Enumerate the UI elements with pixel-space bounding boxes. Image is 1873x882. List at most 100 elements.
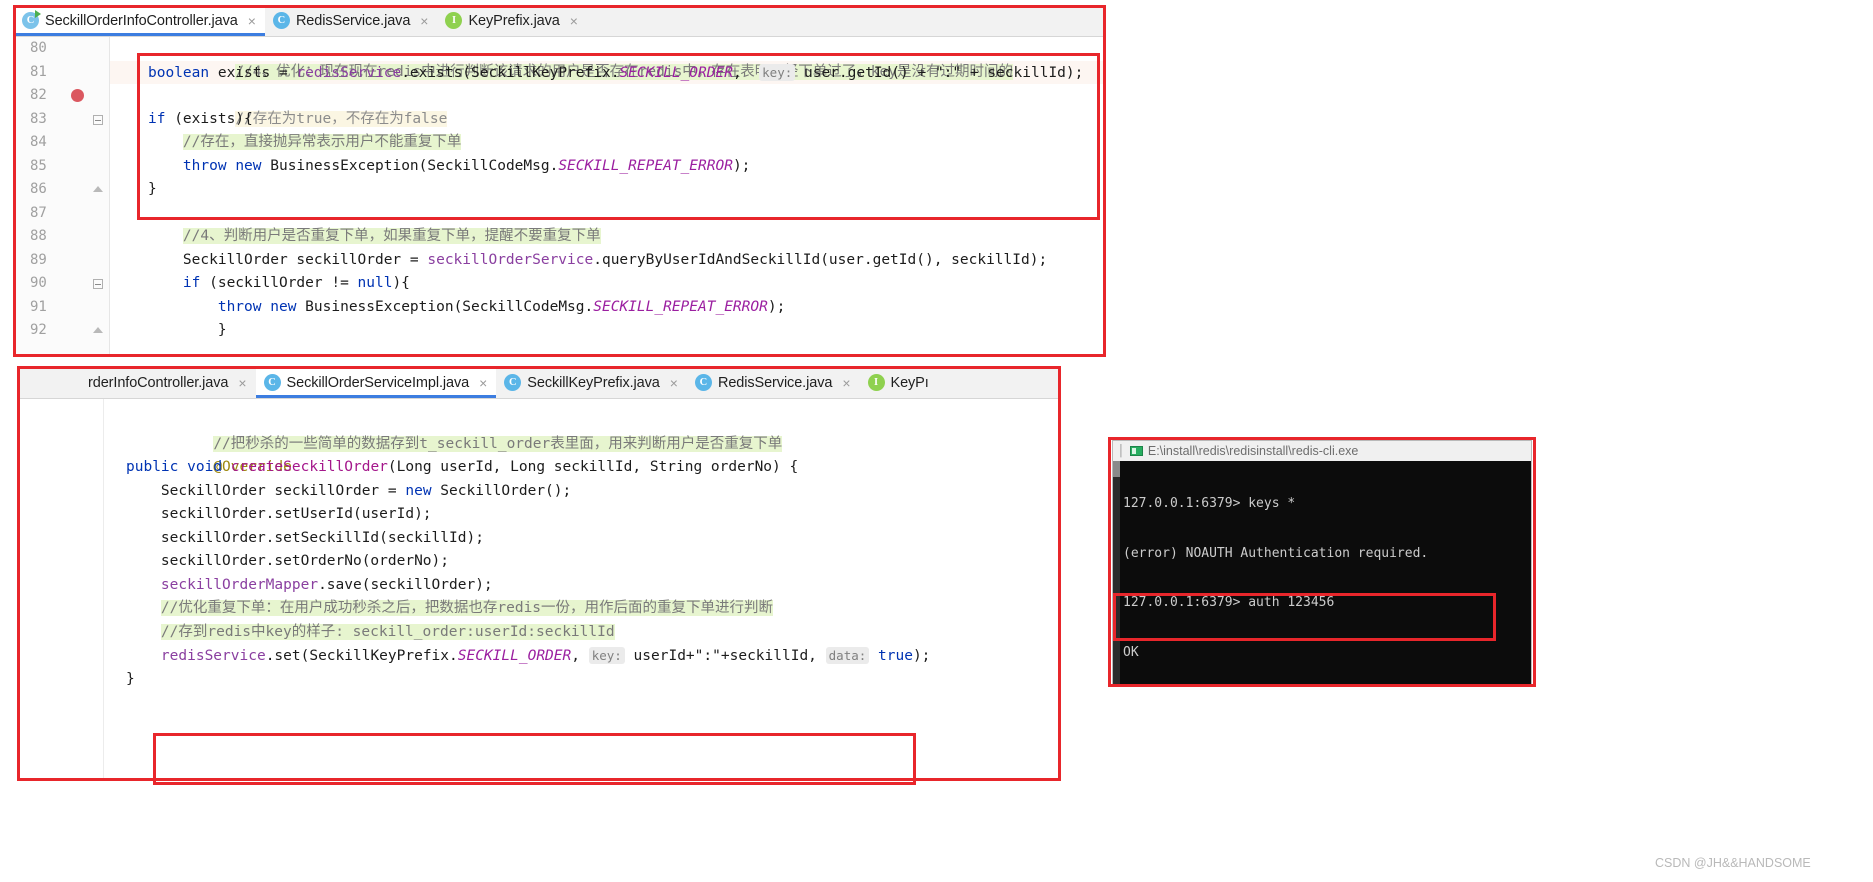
redis-cli-terminal-window[interactable]: │ E:\install\redis\redisinstall\redis-cl… [1112, 440, 1532, 685]
code-comment: //把秒杀的一些简单的数据存到t_seckill_order表里面，用来判断用户… [213, 435, 783, 452]
code-line: //4、判断用户是否重复下单，如果重复下单，提醒不要重复下单 [110, 225, 1104, 249]
terminal-output[interactable]: 127.0.0.1:6379> keys * (error) NOAUTH Au… [1113, 461, 1531, 684]
breakpoint-icon[interactable] [71, 89, 84, 102]
line-number: 90 [14, 272, 109, 296]
code-comment: //存到redis中key的样子: seckill_order:userId:s… [160, 623, 615, 640]
code-line: public void createSeckillOrder(Long user… [126, 459, 799, 475]
java-class-icon: C [694, 374, 712, 391]
tab-key-prefix[interactable]: I KeyPrefix.java × [437, 6, 587, 36]
code-line: //优化重复下单：在用户成功秒杀之后，把数据也存redis一份，用作后面的重复下… [104, 597, 1058, 621]
close-icon[interactable]: × [238, 375, 246, 391]
tab-seckill-order-service-impl[interactable]: C SeckillOrderServiceImpl.java × [255, 368, 497, 398]
code-line: boolean exists = redisService.exists(Sec… [110, 60, 1104, 84]
line-number: 92 [14, 319, 109, 343]
bottom-editor-gutter[interactable] [18, 399, 104, 780]
tab-order-info-controller[interactable]: rderInfoController.java × [80, 368, 256, 398]
line-number: 87 [30, 204, 47, 221]
top-editor-code[interactable]: //4、优化：现在现在redis中进行判断该请求的用户是否存在redis中，存在… [110, 37, 1104, 354]
line-number-text: 86 [30, 181, 47, 197]
line-number: 81 [30, 63, 47, 80]
watermark-text: CSDN @JH&&HANDSOME [1655, 856, 1811, 870]
tab-seckill-order-info-controller[interactable]: C SeckillOrderInfoController.java × [14, 6, 265, 36]
code-line: } [148, 181, 157, 197]
code-line: //4、优化：现在现在redis中进行判断该请求的用户是否存在redis中，存在… [110, 37, 1104, 80]
code-line: //存在为true，不存在为false [110, 84, 1104, 127]
java-interface-icon: I [445, 12, 463, 29]
line-number: 91 [30, 298, 47, 315]
tab-label: RedisService.java [295, 12, 411, 29]
terminal-line: 127.0.0.1:6379> keys * [1123, 496, 1296, 511]
terminal-line: 127.0.0.1:6379> auth 123456 [1123, 595, 1335, 610]
line-number: 88 [30, 228, 47, 244]
tab-key-prefix[interactable]: I KeyPı [859, 368, 938, 398]
line-number: 89 [30, 251, 47, 268]
code-comment: //优化重复下单：在用户成功秒杀之后，把数据也存redis一份，用作后面的重复下… [160, 600, 774, 616]
code-comment: //存在，直接抛异常表示用户不能重复下单 [182, 134, 462, 150]
bottom-editor-body: //把秒杀的一些简单的数据存到t_seckill_order表里面，用来判断用户… [18, 399, 1058, 780]
close-icon[interactable]: × [570, 13, 578, 29]
code-line: redisService.set(SeckillKeyPrefix.SECKIL… [160, 647, 931, 664]
code-fold-icon[interactable] [93, 326, 103, 336]
code-line: seckillOrder.setOrderNo(orderNo); [126, 553, 450, 569]
top-editor-gutter[interactable]: 80 81 82 83 84 85 86 87 88 89 90 91 92 [14, 37, 110, 354]
terminal-scrollbar-thumb[interactable] [1113, 461, 1120, 477]
system-menu-icon[interactable]: │ [1118, 445, 1125, 457]
terminal-title-text: E:\install\redis\redisinstall\redis-cli.… [1147, 444, 1359, 458]
tab-redis-service[interactable]: C RedisService.java × [264, 6, 438, 36]
code-line: SeckillOrder seckillOrder = new SeckillO… [126, 482, 572, 499]
tab-label: KeyPı [890, 374, 929, 391]
code-line: seckillOrder.setUserId(userId); [126, 506, 432, 522]
code-comment: //存在为true，不存在为false [235, 110, 448, 127]
close-icon[interactable]: × [842, 375, 850, 391]
code-line: seckillOrderMapper.save(seckillOrder); [160, 576, 493, 593]
java-class-icon: C [263, 374, 281, 391]
line-number-text: 82 [30, 87, 47, 103]
code-line: //存在，直接抛异常表示用户不能重复下单 [110, 131, 1104, 155]
line-number-text: 83 [30, 110, 47, 127]
line-number: 80 [30, 40, 47, 56]
tab-label: KeyPrefix.java [468, 12, 560, 29]
code-line: if (seckillOrder != null){ [182, 275, 410, 291]
line-number: 83 [14, 108, 109, 132]
terminal-line: (error) NOAUTH Authentication required. [1123, 545, 1429, 561]
code-fold-icon[interactable] [93, 279, 103, 289]
code-line: seckillOrder.setSeckillId(seckillId); [126, 529, 484, 546]
close-icon[interactable]: × [479, 375, 487, 391]
code-line: throw new BusinessException(SeckillCodeM… [182, 157, 751, 174]
bottom-editor-code[interactable]: //把秒杀的一些简单的数据存到t_seckill_order表里面，用来判断用户… [104, 399, 1058, 780]
line-number: 84 [30, 134, 47, 150]
code-comment: //4、判断用户是否重复下单，如果重复下单，提醒不要重复下单 [182, 228, 601, 244]
terminal-scrollbar[interactable] [1113, 461, 1120, 684]
java-class-icon: C [272, 12, 290, 29]
line-number-text: 90 [30, 275, 47, 291]
code-line: SeckillOrder seckillOrder = seckillOrder… [148, 251, 1048, 268]
java-class-runnable-icon: C [22, 10, 41, 29]
tab-label: SeckillOrderServiceImpl.java [286, 374, 470, 391]
tab-redis-service[interactable]: C RedisService.java × [686, 368, 860, 398]
code-line: throw new BusinessException(SeckillCodeM… [217, 298, 786, 315]
tab-label: RedisService.java [717, 374, 833, 391]
code-line: //存到redis中key的样子: seckill_order:userId:s… [104, 621, 1058, 645]
line-number: 86 [14, 178, 109, 202]
close-icon[interactable]: × [248, 13, 256, 29]
top-editor-body: 80 81 82 83 84 85 86 87 88 89 90 91 92 b… [14, 37, 1104, 354]
bottom-editor-tabbar: rderInfoController.java × C SeckillOrder… [18, 368, 1058, 399]
tab-seckill-key-prefix[interactable]: C SeckillKeyPrefix.java × [496, 368, 687, 398]
java-class-icon: C [504, 374, 522, 391]
terminal-line: OK [1123, 644, 1139, 660]
code-fold-icon[interactable] [93, 185, 103, 195]
console-window-icon [1129, 446, 1143, 456]
screenshot-root: C SeckillOrderInfoController.java × C Re… [0, 0, 1873, 882]
close-icon[interactable]: × [670, 375, 678, 391]
line-number-with-breakpoint: 82 [14, 84, 109, 108]
terminal-titlebar[interactable]: │ E:\install\redis\redisinstall\redis-cl… [1113, 441, 1531, 461]
java-interface-icon: I [867, 374, 885, 391]
close-icon[interactable]: × [420, 13, 428, 29]
line-number-text: 92 [30, 322, 47, 338]
code-line: } [126, 670, 135, 687]
code-fold-icon[interactable] [93, 114, 103, 125]
tab-label: SeckillKeyPrefix.java [527, 374, 660, 391]
tab-label: SeckillOrderInfoController.java [45, 12, 238, 29]
top-editor-tabbar: C SeckillOrderInfoController.java × C Re… [14, 6, 1104, 37]
